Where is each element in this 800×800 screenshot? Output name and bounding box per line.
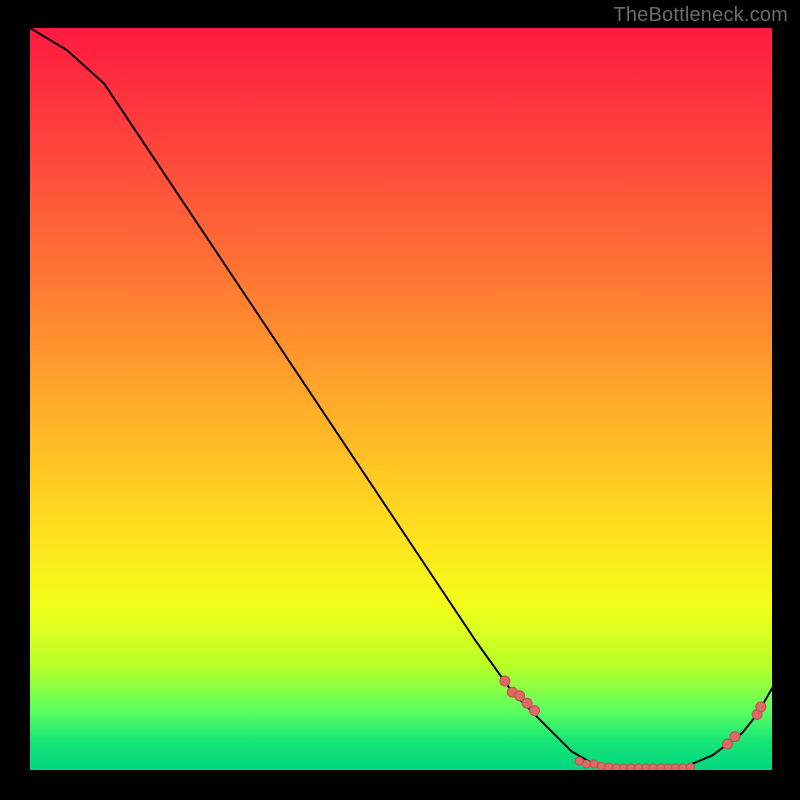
data-point-marker: [730, 732, 740, 742]
data-point-marker: [597, 762, 605, 770]
data-point-marker: [649, 764, 657, 770]
data-point-marker: [590, 760, 598, 768]
data-point-marker: [627, 764, 635, 770]
bottleneck-curve: [30, 28, 772, 768]
plot-area: [30, 28, 772, 770]
data-point-marker: [530, 706, 540, 716]
data-point-marker: [522, 698, 532, 708]
data-point-marker: [642, 764, 650, 770]
data-point-marker: [500, 676, 510, 686]
curve-markers: [500, 676, 766, 770]
chart-overlay: [30, 28, 772, 770]
chart-stage: TheBottleneck.com: [0, 0, 800, 800]
data-point-marker: [686, 763, 694, 770]
data-point-marker: [612, 764, 620, 770]
data-point-marker: [664, 764, 672, 770]
data-point-marker: [575, 757, 583, 765]
data-point-marker: [657, 764, 665, 770]
watermark-text: TheBottleneck.com: [613, 4, 788, 27]
data-point-marker: [583, 760, 591, 768]
data-point-marker: [634, 764, 642, 770]
data-point-marker: [679, 764, 687, 770]
data-point-marker: [605, 763, 613, 770]
data-point-marker: [620, 764, 628, 770]
data-point-marker: [672, 764, 680, 770]
data-point-marker: [722, 739, 732, 749]
data-point-marker: [515, 691, 525, 701]
data-point-marker: [756, 702, 766, 712]
